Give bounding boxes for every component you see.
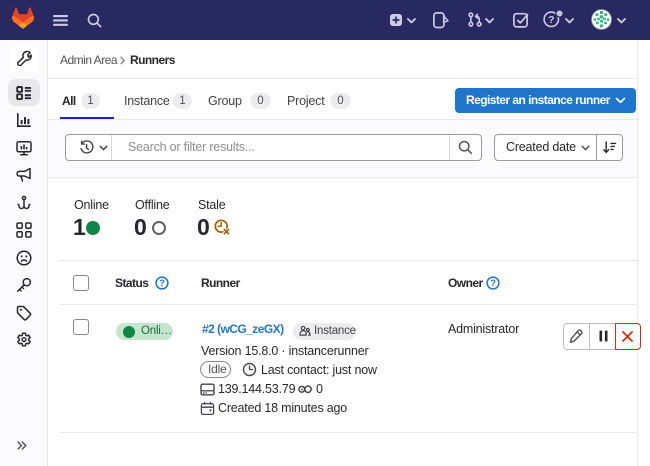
svg-text:?: ? (159, 278, 165, 289)
svg-text:?: ? (548, 14, 554, 26)
svg-text:?: ? (490, 278, 496, 289)
